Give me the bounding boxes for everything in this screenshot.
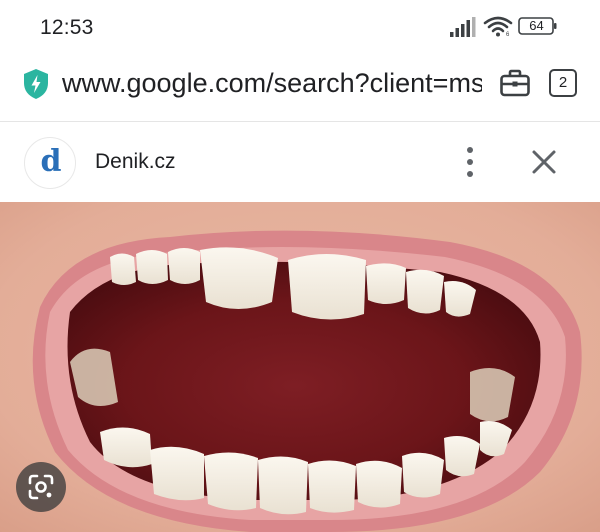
url-field[interactable]: www.google.com/search?client=ms (62, 68, 482, 102)
more-vert-icon[interactable] (460, 144, 480, 180)
close-icon[interactable] (528, 146, 560, 178)
browser-url-bar: www.google.com/search?client=ms 2 (0, 54, 600, 122)
site-header: d Denik.cz (0, 122, 600, 202)
battery-level: 64 (529, 18, 544, 33)
status-time: 12:53 (40, 16, 94, 39)
site-name[interactable]: Denik.cz (95, 150, 176, 174)
security-shield-icon[interactable] (22, 68, 50, 100)
svg-text:6: 6 (506, 32, 510, 37)
google-lens-button[interactable] (16, 462, 66, 512)
briefcase-icon[interactable] (499, 68, 531, 98)
status-bar: 12:53 6 64 (0, 0, 600, 54)
open-mouth-teeth-photo[interactable] (0, 202, 600, 532)
site-favicon: d (24, 137, 76, 189)
wifi-icon: 6 (483, 16, 513, 37)
signal-icon (450, 17, 476, 37)
google-lens-icon (28, 474, 54, 500)
tab-switcher-button[interactable]: 2 (549, 69, 577, 97)
favicon-letter: d (40, 144, 62, 179)
